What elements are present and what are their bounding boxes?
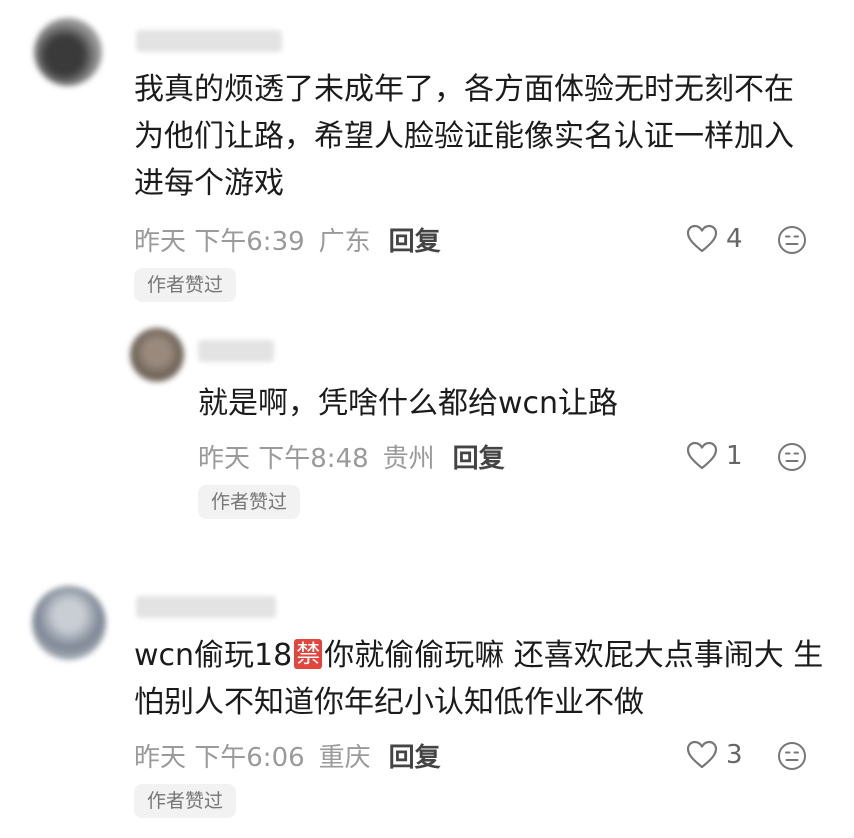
- comment-text-part: wcn偷玩18: [134, 638, 293, 673]
- comment-line: 进每个游戏: [134, 166, 284, 201]
- location: 广东: [318, 226, 371, 257]
- timestamp: 昨天 下午8:48: [198, 443, 369, 474]
- comment-text: wcn偷玩18 禁你就偷偷玩嘛 还喜欢屁大点事闹大 生 怕别人不知道你年纪小认知低…: [134, 632, 823, 726]
- comment-text: 我真的烦透了未成年了，各方面体验无时无刻不在 为他们让路，希望人脸验证能像实名认…: [134, 66, 794, 207]
- like-count: 1: [726, 441, 743, 471]
- meh-face-icon[interactable]: [777, 741, 807, 771]
- meh-face-icon[interactable]: [777, 225, 807, 255]
- author-liked-badge: 作者赞过: [134, 268, 237, 302]
- reply-button[interactable]: 回复: [389, 221, 441, 258]
- comment-line: 我真的烦透了未成年了，各方面体验无时无刻不在: [134, 72, 794, 107]
- meh-face-icon[interactable]: [777, 442, 807, 472]
- heart-outline-icon: [686, 441, 718, 470]
- comment-meta: 昨天 下午6:39 广东 回复: [134, 221, 441, 257]
- avatar[interactable]: [32, 586, 106, 660]
- comment-text-part: 你就偷偷玩嘛 还喜欢屁大点事闹大 生: [324, 638, 824, 673]
- reply-button[interactable]: 回复: [453, 438, 505, 475]
- like-count: 3: [726, 740, 743, 770]
- timestamp: 昨天 下午6:39: [134, 226, 305, 257]
- reply-button[interactable]: 回复: [389, 737, 441, 774]
- comment-line: 就是啊，凭啥什么都给wcn让路: [198, 386, 619, 421]
- comment-line: 怕别人不知道你年纪小认知低作业不做: [134, 685, 644, 720]
- heart-outline-icon: [686, 740, 718, 769]
- heart-outline-icon: [686, 224, 718, 253]
- avatar[interactable]: [130, 328, 184, 382]
- location: 贵州: [382, 443, 435, 474]
- author-liked-badge: 作者赞过: [134, 784, 237, 818]
- ban-emoji-icon: 禁: [294, 639, 323, 669]
- like-button[interactable]: 4: [686, 221, 743, 257]
- comment-line: 为他们让路，希望人脸验证能像实名认证一样加入: [134, 119, 794, 154]
- author-liked-badge: 作者赞过: [198, 485, 301, 519]
- like-button[interactable]: 3: [686, 737, 743, 773]
- location: 重庆: [318, 742, 371, 773]
- like-count: 4: [726, 224, 743, 254]
- timestamp: 昨天 下午6:06: [134, 742, 305, 773]
- comment-meta: 昨天 下午6:06 重庆 回复: [134, 737, 441, 773]
- like-button[interactable]: 1: [686, 438, 743, 474]
- avatar[interactable]: [34, 18, 102, 86]
- username-blurred[interactable]: [136, 596, 276, 618]
- username-blurred[interactable]: [136, 30, 282, 52]
- comment-line: wcn偷玩18 禁你就偷偷玩嘛 还喜欢屁大点事闹大 生: [134, 632, 823, 679]
- comment-text: 就是啊，凭啥什么都给wcn让路: [198, 380, 618, 427]
- username-blurred[interactable]: [198, 340, 274, 362]
- comment-meta: 昨天 下午8:48 贵州 回复: [198, 438, 505, 474]
